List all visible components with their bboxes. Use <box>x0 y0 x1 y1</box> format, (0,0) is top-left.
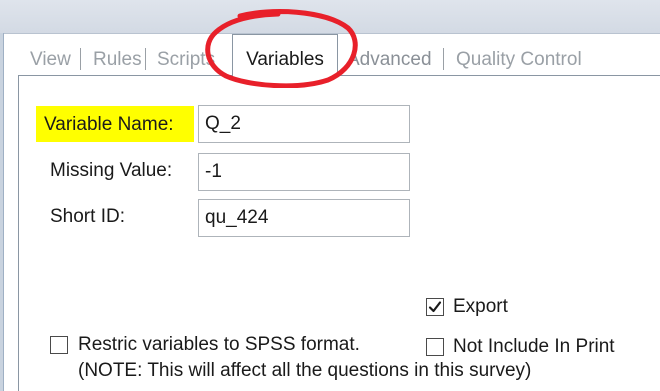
variable-name-field[interactable] <box>198 105 410 143</box>
red-circle-annotation <box>205 9 358 88</box>
tab-separator <box>443 48 444 70</box>
short-id-label: Short ID: <box>50 206 125 227</box>
short-id-field[interactable] <box>198 199 410 237</box>
panel-border <box>18 75 19 391</box>
tab-quality-control[interactable]: Quality Control <box>456 44 582 76</box>
checkmark-icon <box>428 301 442 313</box>
tab-view[interactable]: View <box>30 44 71 76</box>
export-checkbox[interactable] <box>426 298 444 316</box>
tab-separator <box>145 48 146 70</box>
missing-value-label: Missing Value: <box>50 160 173 181</box>
missing-value-field[interactable] <box>198 153 410 191</box>
tab-rules[interactable]: Rules <box>93 44 142 76</box>
restrict-spss-label: Restric variables to SPSS format. <box>78 334 360 355</box>
variable-name-label: Variable Name: <box>44 114 174 135</box>
not-include-in-print-checkbox[interactable] <box>426 338 444 356</box>
tab-strip-border <box>337 75 660 76</box>
spss-note: (NOTE: This will affect all the question… <box>78 360 532 381</box>
export-label: Export <box>453 296 508 317</box>
not-include-in-print-label: Not Include In Print <box>453 336 615 357</box>
restrict-spss-checkbox[interactable] <box>50 336 68 354</box>
window-left-frame <box>0 33 4 391</box>
tab-separator <box>80 48 81 70</box>
